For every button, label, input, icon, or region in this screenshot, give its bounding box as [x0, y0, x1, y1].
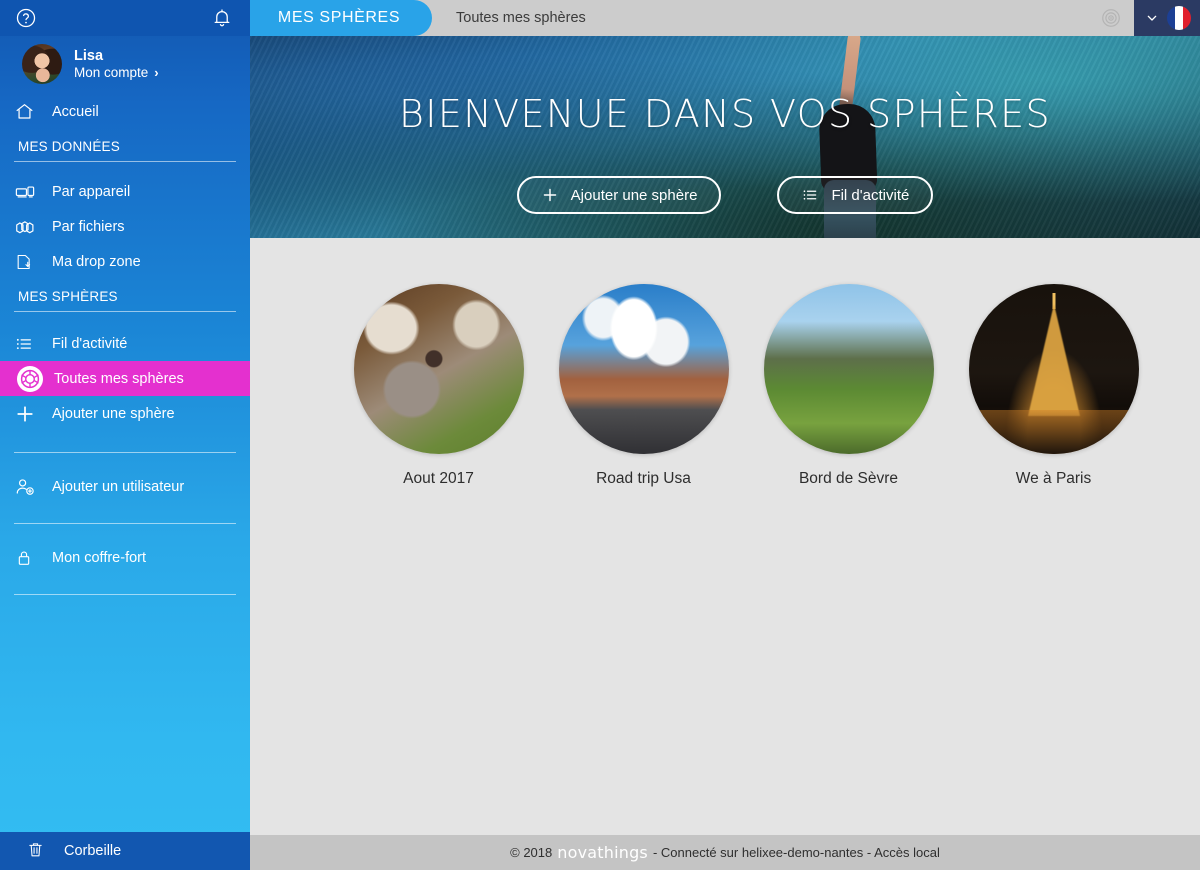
account-block[interactable]: Lisa Mon compte ›: [0, 36, 250, 94]
top-bar-right: [1088, 0, 1200, 36]
sphere-icon: [16, 365, 46, 393]
language-selector[interactable]: [1134, 0, 1200, 36]
avatar: [22, 44, 62, 84]
account-link[interactable]: Mon compte ›: [74, 65, 159, 82]
list-icon: [14, 334, 44, 354]
sidebar-top-bar: [0, 0, 250, 36]
add-sphere-button[interactable]: Ajouter une sphère: [516, 176, 722, 214]
sidebar-item-toutes-mes-spheres[interactable]: Toutes mes sphères: [0, 361, 250, 396]
plus-icon: [14, 403, 44, 425]
sidebar-item-label: Corbeille: [64, 843, 122, 859]
hero-buttons: Ajouter une sphère Fil d'activité: [250, 176, 1200, 214]
plus-icon: [541, 186, 559, 204]
footer-bar: © 2018 novathings - Connecté sur helixee…: [250, 835, 1200, 870]
activity-feed-button-label: Fil d'activité: [831, 186, 910, 204]
cow-photo: [353, 284, 524, 454]
add-sphere-button-label: Ajouter une sphère: [570, 186, 698, 204]
add-user-icon: [14, 476, 44, 498]
lock-icon: [14, 548, 44, 568]
sphere-card[interactable]: Road trip Usa: [541, 284, 746, 488]
sidebar-item-label: Par fichiers: [52, 218, 125, 235]
sidebar-item-label: Fil d'activité: [52, 335, 128, 352]
list-icon: [801, 186, 819, 204]
files-icon: [14, 216, 44, 238]
desert-road-photo: [558, 284, 729, 454]
drop-zone-icon: [14, 252, 44, 272]
sidebar-item-label: Par appareil: [52, 183, 131, 200]
activity-feed-button[interactable]: Fil d'activité: [777, 176, 934, 214]
sphere-card[interactable]: Bord de Sèvre: [746, 284, 951, 488]
content-area: Aout 2017 Road trip Usa Bord de Sèvre We…: [250, 238, 1200, 835]
chevron-right-icon: ›: [154, 64, 159, 80]
sidebar-item-corbeille[interactable]: Corbeille: [0, 832, 250, 870]
sidebar-section-mes-donnees: MES DONNÉES: [18, 139, 120, 154]
hero-title: BIENVENUE DANS VOS SPHÈRES: [398, 92, 1052, 136]
home-icon: [14, 101, 44, 122]
sphere-label: Bord de Sèvre: [798, 470, 899, 487]
park-path-photo: [763, 284, 934, 454]
tab-mes-spheres[interactable]: MES SPHÈRES: [250, 0, 432, 36]
breadcrumb[interactable]: Toutes mes sphères: [432, 0, 586, 36]
sidebar-item-ajouter-un-utilisateur[interactable]: Ajouter un utilisateur: [0, 469, 250, 504]
account-subtitle: Mon compte: [74, 64, 149, 80]
sidebar-item-fil-activite[interactable]: Fil d'activité: [0, 326, 250, 361]
sphere-card[interactable]: Aout 2017: [336, 284, 541, 488]
sphere-card[interactable]: We à Paris: [951, 284, 1156, 488]
sidebar-item-ma-drop-zone[interactable]: Ma drop zone: [0, 244, 250, 279]
sidebar-item-label: Ma drop zone: [52, 253, 141, 270]
footer-brand: novathings: [557, 843, 648, 862]
flag-fr-icon: [1166, 6, 1191, 30]
sphere-label: We à Paris: [1015, 470, 1092, 487]
sphere-grid: Aout 2017 Road trip Usa Bord de Sèvre We…: [250, 238, 1200, 488]
account-text: Lisa Mon compte ›: [74, 47, 159, 82]
sidebar-item-ajouter-une-sphere[interactable]: Ajouter une sphère: [0, 396, 250, 431]
sidebar-item-label: Toutes mes sphères: [54, 370, 184, 387]
app-root: Lisa Mon compte › Accueil MES DONNÉES Pa…: [0, 0, 1200, 870]
sphere-label: Aout 2017: [403, 470, 474, 487]
footer-status: - Connecté sur helixee-demo-nantes - Acc…: [652, 845, 940, 860]
sidebar-item-mon-coffre-fort[interactable]: Mon coffre-fort: [0, 540, 250, 575]
sidebar-item-label: Ajouter une sphère: [52, 405, 175, 422]
chevron-down-icon: [1147, 15, 1156, 21]
sidebar-item-label: Ajouter un utilisateur: [52, 478, 185, 495]
bell-icon[interactable]: [210, 6, 234, 30]
main-area: MES SPHÈRES Toutes mes sphères BIENVENUE…: [250, 0, 1200, 870]
sidebar-item-par-appareil[interactable]: Par appareil: [0, 174, 250, 209]
devices-icon: [14, 181, 44, 203]
footer-copyright: © 2018: [510, 845, 553, 860]
sidebar-section-mes-spheres: MES SPHÈRES: [18, 289, 118, 304]
sidebar-item-label: Accueil: [52, 103, 99, 120]
top-bar: MES SPHÈRES Toutes mes sphères: [250, 0, 1200, 36]
account-name: Lisa: [74, 47, 104, 64]
eiffel-tower-photo: [968, 284, 1139, 454]
sidebar: Lisa Mon compte › Accueil MES DONNÉES Pa…: [0, 0, 250, 870]
trash-icon: [26, 840, 54, 863]
sidebar-item-accueil[interactable]: Accueil: [0, 94, 250, 129]
sphere-label: Road trip Usa: [596, 470, 691, 487]
sidebar-item-par-fichiers[interactable]: Par fichiers: [0, 209, 250, 244]
hero-banner: BIENVENUE DANS VOS SPHÈRES Ajouter une s…: [250, 36, 1200, 238]
help-circle-icon[interactable]: [14, 6, 38, 30]
sidebar-item-label: Mon coffre-fort: [52, 549, 147, 566]
target-icon[interactable]: [1088, 7, 1134, 29]
